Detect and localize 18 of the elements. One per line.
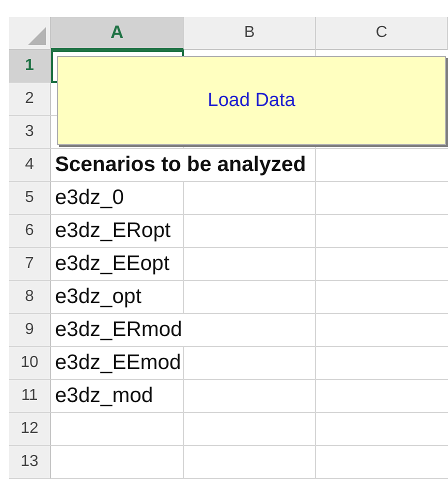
row-header[interactable]: 7 [9,248,51,281]
select-all-icon[interactable] [28,27,46,45]
row-header[interactable]: 5 [9,182,51,215]
row-header[interactable]: 4 [9,149,51,182]
row-header[interactable]: 12 [9,413,51,446]
column-header[interactable]: C [316,17,448,50]
column-header[interactable]: A [51,17,184,50]
row-header[interactable]: 13 [9,446,51,479]
row-header[interactable]: 1 [9,50,51,83]
row-header[interactable]: 2 [9,83,51,116]
column-header[interactable]: B [184,17,316,50]
row-header[interactable]: 8 [9,281,51,314]
row-header[interactable]: 11 [9,380,51,413]
load-data-button[interactable]: Load Data [57,56,446,145]
row-header[interactable]: 9 [9,314,51,347]
row-header[interactable]: 6 [9,215,51,248]
row-header[interactable]: 10 [9,347,51,380]
row-header[interactable]: 3 [9,116,51,149]
